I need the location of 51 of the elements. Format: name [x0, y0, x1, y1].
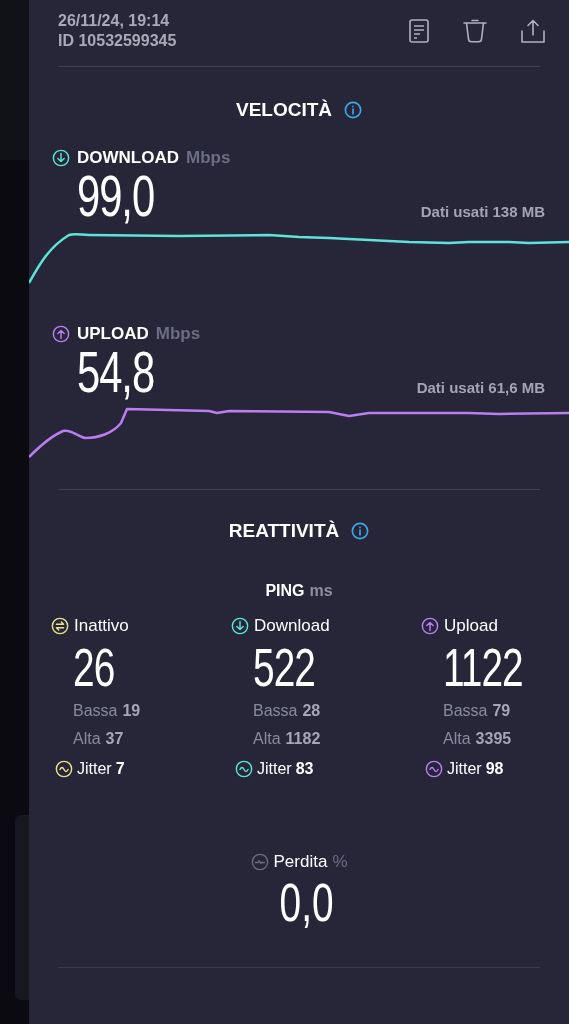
- wave-icon: [235, 760, 253, 778]
- document-icon[interactable]: [409, 19, 429, 43]
- ping-value: 522: [253, 637, 315, 697]
- stat-label: Bassa: [73, 701, 118, 721]
- ping-type-label: Upload: [444, 615, 498, 638]
- unit-label: Mbps: [186, 147, 231, 170]
- stat-label: Bassa: [443, 701, 488, 721]
- stat-value: 1182: [285, 729, 321, 749]
- speed-value: 54,8: [77, 343, 155, 401]
- wave-icon: [425, 760, 443, 778]
- stat-value: 19: [122, 701, 141, 721]
- jitter-label: Jitter: [447, 759, 482, 779]
- data-used: Dati usati 138 MB: [420, 201, 545, 222]
- share-icon[interactable]: [521, 19, 545, 43]
- jitter-value: 7: [115, 759, 125, 779]
- info-icon[interactable]: [351, 522, 370, 540]
- jitter-value: 98: [485, 759, 504, 779]
- jitter-value: 83: [295, 759, 314, 779]
- trash-icon[interactable]: [463, 19, 487, 43]
- swap-arrows-icon: [51, 617, 69, 635]
- stat-label: Alta: [73, 729, 101, 749]
- stat-value: 37: [105, 729, 124, 749]
- pulse-icon: [250, 853, 269, 871]
- stat-value: 79: [492, 701, 511, 721]
- metric-label: UPLOAD: [77, 323, 149, 346]
- unit-label: ms: [309, 581, 333, 601]
- ping-value: 1122: [443, 637, 523, 697]
- wave-icon: [55, 760, 73, 778]
- stat-value: 28: [302, 701, 321, 721]
- unit-label: Mbps: [155, 323, 201, 346]
- metric-label: DOWNLOAD: [77, 147, 179, 170]
- speed-value: 99,0: [77, 167, 155, 225]
- stat-label: Bassa: [253, 701, 298, 721]
- ping-type-label: Download: [254, 615, 330, 638]
- ping-type-label: Inattivo: [74, 615, 129, 638]
- loss-value: 0,0: [279, 873, 334, 931]
- section-title: VELOCITÀ: [235, 97, 333, 122]
- data-used: Dati usati 61,6 MB: [416, 377, 545, 398]
- ping-label: PING: [265, 581, 305, 601]
- loss-label: Perdita: [273, 851, 328, 874]
- test-id: ID 10532599345: [58, 31, 177, 51]
- info-icon[interactable]: [344, 101, 363, 119]
- stat-label: Alta: [253, 729, 281, 749]
- ping-value: 26: [73, 637, 115, 697]
- stat-value: 3395: [475, 729, 512, 749]
- jitter-label: Jitter: [77, 759, 112, 779]
- jitter-label: Jitter: [257, 759, 292, 779]
- unit-label: %: [332, 851, 348, 874]
- section-title: REATTIVITÀ: [228, 518, 340, 543]
- test-date: 26/11/24, 19:14: [58, 11, 171, 31]
- stat-label: Alta: [443, 729, 471, 749]
